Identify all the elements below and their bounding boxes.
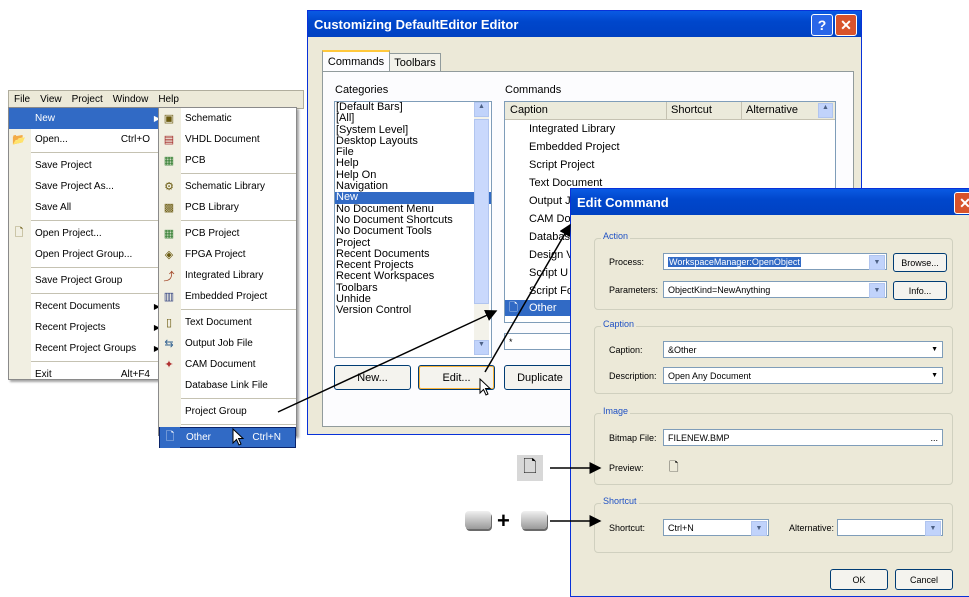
annotation-arrows <box>277 223 602 527</box>
arrow-other-to-list <box>277 309 498 413</box>
arrow-edit-to-dialog <box>484 223 571 373</box>
